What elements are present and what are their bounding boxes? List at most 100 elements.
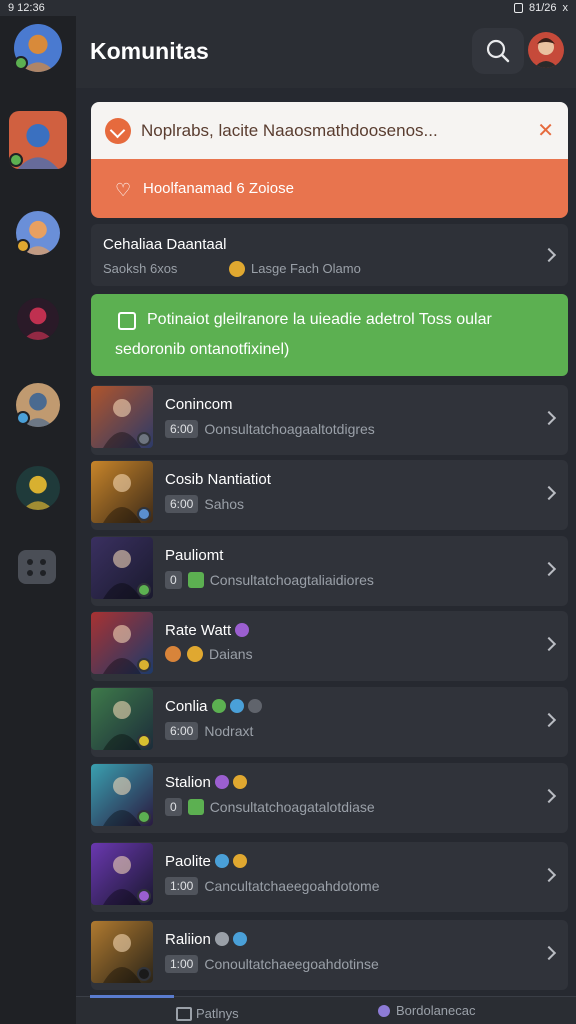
emoji-icon	[235, 623, 250, 637]
time-tag: 0	[165, 798, 182, 816]
search-button[interactable]	[472, 28, 524, 74]
community-thumbnail	[91, 921, 153, 983]
item-name: Conincom	[165, 396, 233, 413]
item-name: Pauliomt	[165, 547, 224, 564]
server-avatar[interactable]	[17, 298, 59, 340]
item-meta: 1:00 Conoultatchaeegoahdotinse	[165, 955, 379, 973]
chat-icon	[187, 799, 204, 815]
promo-banner[interactable]: Potinaiot gleilranore la uieadie adetrol…	[91, 294, 568, 376]
avatar-image	[528, 32, 564, 68]
status-badge	[137, 889, 151, 903]
content-area: Noplrabs, lacite Naaosmathdoosenos... ✕ …	[76, 88, 576, 998]
item-meta: Daians	[165, 646, 253, 662]
emoji-icon	[211, 699, 226, 713]
banner-subtitle: Hoolfanamad 6 Zoiose	[143, 180, 294, 197]
checkbox-icon	[118, 312, 136, 330]
more-apps-button[interactable]	[18, 550, 56, 584]
community-thumbnail	[91, 764, 153, 826]
item-name: Rate Watt	[165, 622, 250, 639]
banner-title: Noplrabs, lacite Naaosmathdoosenos...	[141, 121, 438, 140]
banner-header: Noplrabs, lacite Naaosmathdoosenos... ✕	[91, 102, 568, 159]
bottom-bar: Patlnys Bordolanecac	[76, 995, 576, 1024]
chevron-right-icon	[541, 788, 557, 804]
time-tag: 0	[165, 571, 182, 589]
list-item[interactable]: Cosib Nantiatiot 6:00 Sahos	[91, 460, 568, 530]
item-meta: 0 Consultatchoagtaliaidiores	[165, 571, 374, 589]
item-subtitle: Consultatchoagatalotdiase	[209, 799, 375, 815]
list-item[interactable]: Conlia 6:00 Nodraxt	[91, 687, 568, 757]
time-tag: 6:00	[165, 420, 199, 438]
status-badge	[14, 56, 28, 70]
emoji-icon	[229, 699, 244, 713]
profile-avatar[interactable]	[528, 32, 564, 68]
community-thumbnail	[91, 461, 153, 523]
item-subtitle: Sahos	[204, 496, 245, 512]
tab-explore-label: Bordolanecac	[396, 1003, 476, 1018]
item-subtitle: Consultatchoagtaliaidiores	[209, 572, 374, 588]
list-item[interactable]: Conincom 6:00 Oonsultatchoagaaltotdigres	[91, 385, 568, 455]
chevron-right-icon	[541, 410, 557, 426]
dot-icon	[39, 558, 46, 565]
status-badge	[137, 734, 151, 748]
heart-icon: ♡	[115, 180, 132, 200]
item-name: Raliion	[165, 931, 247, 948]
active-indicator	[90, 995, 174, 998]
list-item[interactable]: Rate Watt Daians	[91, 611, 568, 681]
status-badge	[137, 810, 151, 824]
tab-explore[interactable]: Bordolanecac	[378, 1003, 476, 1018]
item-subtitle: Daians	[209, 646, 253, 662]
close-icon[interactable]: ✕	[537, 118, 554, 143]
notification-banner[interactable]: Noplrabs, lacite Naaosmathdoosenos... ✕ …	[91, 102, 568, 218]
community-thumbnail	[91, 843, 153, 905]
tab-players-label: Patlnys	[196, 1006, 239, 1021]
time-tag: 1:00	[165, 955, 199, 973]
list-item[interactable]: Raliion 1:00 Conoultatchaeegoahdotinse	[91, 920, 568, 990]
community-thumbnail	[91, 612, 153, 674]
status-badge	[16, 411, 30, 425]
emoji-icon	[232, 932, 247, 946]
avatar-image	[17, 298, 59, 340]
item-subtitle: Conoultatchaeegoahdotinse	[204, 956, 379, 972]
server-avatar[interactable]	[16, 466, 60, 510]
emoji-icon	[247, 699, 262, 713]
time-tag: 6:00	[165, 495, 199, 513]
lock-icon	[513, 3, 523, 13]
chevron-right-icon	[541, 636, 557, 652]
status-time: 9 12:36	[8, 2, 45, 14]
item-meta: 6:00 Oonsultatchoagaaltotdigres	[165, 420, 375, 438]
community-thumbnail	[91, 386, 153, 448]
page-title: Komunitas	[90, 38, 209, 64]
chevron-right-icon	[541, 945, 557, 961]
community-thumbnail	[91, 537, 153, 599]
server-rail	[0, 16, 76, 1024]
item-subtitle: Oonsultatchoagaaltotdigres	[204, 421, 375, 437]
item-name: Paolite	[165, 853, 247, 870]
list-item[interactable]: Pauliomt 0 Consultatchoagtaliaidiores	[91, 536, 568, 606]
chevron-right-icon	[541, 867, 557, 883]
list-item[interactable]: Paolite 1:00 Cancultatchaeegoahdotome	[91, 842, 568, 912]
chevron-right-icon	[541, 712, 557, 728]
explore-icon	[378, 1005, 390, 1017]
emoji-icon	[214, 775, 229, 789]
item-meta: 0 Consultatchoagatalotdiase	[165, 798, 375, 816]
status-badge	[137, 432, 151, 446]
featured-card[interactable]: Cehaliaa Daantaal Saoksh 6xos Lasge Fach…	[91, 224, 568, 286]
status-badge	[137, 583, 151, 597]
status-badge	[16, 239, 30, 253]
avatar-image	[16, 466, 60, 510]
dot-icon	[26, 558, 33, 565]
list-item[interactable]: Stalion 0 Consultatchoagatalotdiase	[91, 763, 568, 833]
emoji-icon	[214, 854, 229, 868]
tab-players[interactable]: Patlnys	[176, 1006, 239, 1021]
emoji-icon	[232, 854, 247, 868]
emoji-icon	[232, 775, 247, 789]
status-value: 81/26	[528, 2, 557, 14]
banner-action[interactable]: ♡ Hoolfanamad 6 Zoiose	[91, 159, 568, 218]
item-meta: 6:00 Sahos	[165, 495, 244, 513]
header: Komunitas	[76, 16, 576, 88]
item-name: Conlia	[165, 698, 262, 715]
featured-title: Cehaliaa Daantaal	[103, 236, 227, 253]
chevron-right-icon	[541, 485, 557, 501]
chevron-right-icon	[541, 561, 557, 577]
item-subtitle: Nodraxt	[204, 723, 254, 739]
